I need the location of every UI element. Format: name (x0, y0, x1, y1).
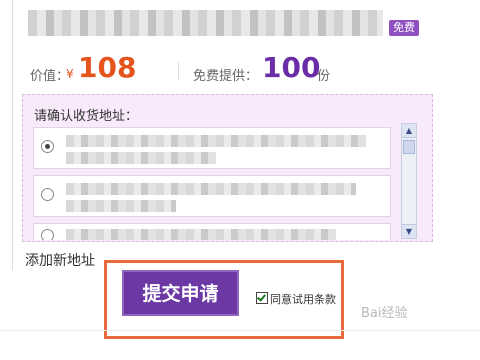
supply-label: 免费提供： (193, 69, 259, 84)
address-panel: 请确认收货地址： ▲ ▼ (22, 94, 433, 242)
quantity-value: 100 (262, 51, 321, 84)
blurred-address-line (66, 135, 366, 147)
address-option-2[interactable] (33, 175, 391, 217)
address-option-3[interactable] (33, 223, 391, 240)
value-label: 价值： (30, 69, 70, 84)
address-scrollbar[interactable]: ▲ ▼ (401, 123, 417, 239)
scroll-up-icon[interactable]: ▲ (402, 124, 416, 138)
agree-terms-checkbox[interactable]: 同意试用条款 (256, 291, 336, 307)
bottom-divider (0, 330, 480, 331)
free-badge: 免费 (389, 20, 419, 36)
address-panel-title: 请确认收货地址： (34, 109, 139, 124)
agree-terms-label: 同意试用条款 (270, 293, 336, 306)
scroll-thumb[interactable] (403, 140, 415, 154)
submit-application-button[interactable]: 提交申请 (122, 270, 239, 316)
address-option-1[interactable] (33, 127, 391, 169)
price-value: 108 (78, 51, 137, 84)
add-address-link[interactable]: 添加新地址 (25, 250, 95, 270)
address-radio[interactable] (41, 188, 54, 201)
blurred-address-line (66, 152, 216, 164)
price-divider (178, 62, 179, 80)
scroll-down-icon[interactable]: ▼ (402, 224, 416, 238)
blurred-address-line (66, 200, 176, 212)
blurred-address-line (66, 229, 336, 240)
blurred-product-title (28, 10, 383, 36)
price-row: 价值： ¥ 108 免费提供： 100 份 (30, 51, 470, 85)
checkbox-checked-icon[interactable] (256, 292, 268, 304)
address-radio[interactable] (41, 229, 54, 240)
watermark: Bai经验 (361, 306, 408, 321)
currency-symbol: ¥ (66, 67, 74, 81)
address-radio-selected[interactable] (41, 140, 54, 153)
quantity-unit: 份 (317, 69, 331, 84)
blurred-address-line (66, 183, 356, 195)
left-border (0, 0, 13, 270)
